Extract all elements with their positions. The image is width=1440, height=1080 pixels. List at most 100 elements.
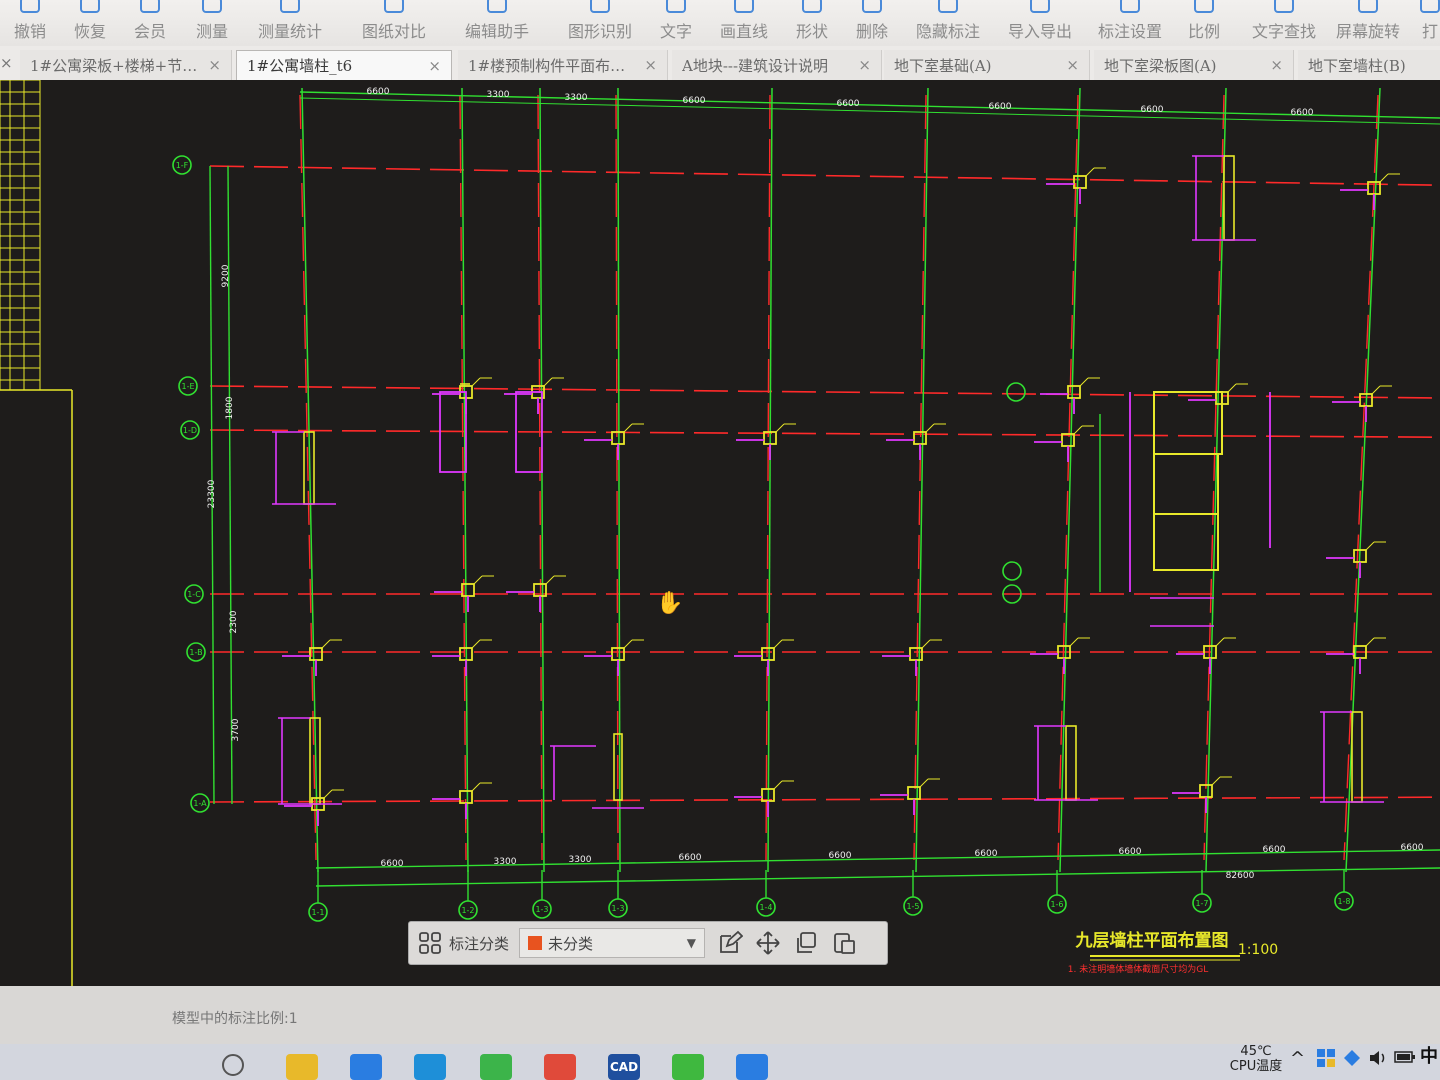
green-app-icon[interactable] xyxy=(480,1054,512,1080)
tag-leader xyxy=(471,639,481,649)
toolbar-label: 画直线 xyxy=(720,22,769,41)
tab-label: 1#公寓梁板+楼梯+节… xyxy=(30,56,198,75)
tab-close-icon[interactable]: × xyxy=(858,56,871,74)
toolbar-button-17[interactable]: 屏幕旋转 xyxy=(1336,0,1400,46)
bottom-dimension-text: 6600 xyxy=(679,853,702,863)
tab-close-icon[interactable]: × xyxy=(428,57,441,75)
volume-icon[interactable] xyxy=(1368,1048,1388,1068)
tag-leader xyxy=(773,780,783,790)
cad-canvas[interactable]: 6600 3300 3300 6600 6600 6600 6600 6600 6600 3300… xyxy=(0,79,1440,986)
toolbar-button-6[interactable]: 编辑助手 xyxy=(465,0,529,46)
toolbar-label: 恢复 xyxy=(74,22,107,41)
edit-assistant-icon xyxy=(487,0,507,13)
toolbar-button-13[interactable]: 导入导出 xyxy=(1008,0,1072,46)
toolbar-button-12[interactable]: 隐藏标注 xyxy=(916,0,980,46)
tab-document[interactable]: 1#公寓墙柱_t6 × xyxy=(236,50,452,80)
tab-document[interactable]: 地下室梁板图(A) × xyxy=(1094,50,1294,80)
paste-icon[interactable] xyxy=(831,930,857,956)
top-dimension-line xyxy=(299,97,1440,125)
toolbar-button-0[interactable]: 撤销 xyxy=(14,0,46,46)
mail-icon[interactable] xyxy=(350,1054,382,1080)
move-icon[interactable] xyxy=(755,930,781,956)
copy-icon[interactable] xyxy=(793,930,819,956)
edit-icon[interactable] xyxy=(717,930,744,956)
search-icon[interactable] xyxy=(222,1054,244,1076)
measure-stats-icon xyxy=(280,0,300,13)
tab-close-icon[interactable]: × xyxy=(1270,56,1283,74)
left-dimension-text: 9200 xyxy=(221,264,231,287)
bottom-dimension-text: 6600 xyxy=(975,849,998,859)
toolbar-label: 删除 xyxy=(856,22,889,41)
tab-document[interactable]: 1#楼预制构件平面布… × xyxy=(458,50,668,80)
column-axis-line xyxy=(1343,94,1379,861)
tab-document[interactable]: 地下室墙柱(B) xyxy=(1298,50,1440,80)
shear-wall xyxy=(1223,155,1235,241)
bottom-dimension-text: 6600 xyxy=(1263,845,1286,855)
category-grid-icon[interactable] xyxy=(417,930,443,956)
column-axis-line xyxy=(913,94,927,861)
cpu-temp-label: CPU温度 xyxy=(1229,1059,1283,1074)
toolbar-label: 形状 xyxy=(796,22,829,41)
toolbar-label: 图形识别 xyxy=(568,22,633,41)
battery-icon[interactable] xyxy=(1394,1050,1416,1064)
chrome-icon[interactable] xyxy=(544,1054,576,1080)
toolbar-button-3[interactable]: 测量 xyxy=(196,0,228,46)
left-dimension-text: 3700 xyxy=(231,718,241,741)
import-export-icon xyxy=(1030,0,1050,13)
top-dimension-text: 6600 xyxy=(1291,108,1314,118)
toolbar-button-10[interactable]: 形状 xyxy=(796,0,828,46)
tab-document[interactable]: 1#公寓梁板+楼梯+节… × xyxy=(20,50,232,80)
column-grid-line xyxy=(1059,87,1081,873)
toolbar-button-15[interactable]: 比例 xyxy=(1188,0,1220,46)
left-dimension-text: 2300 xyxy=(229,610,239,633)
tag-leader xyxy=(925,423,935,433)
category-select[interactable]: 未分类 ▼ xyxy=(519,928,706,958)
windows-security-icon[interactable] xyxy=(1316,1048,1336,1068)
tab-close-left[interactable]: × xyxy=(0,54,13,72)
toolbar-button-4[interactable]: 测量统计 xyxy=(258,0,322,46)
row-axis-label: 1-F xyxy=(176,161,189,170)
tab-document[interactable]: A地块---建筑设计说明 × xyxy=(672,50,882,80)
toolbar-button-11[interactable]: 删除 xyxy=(856,0,888,46)
column-marker xyxy=(907,786,921,800)
toolbar-button-18[interactable]: 打 xyxy=(1420,0,1440,46)
edge-icon[interactable] xyxy=(414,1054,446,1080)
toolbar-button-14[interactable]: 标注设置 xyxy=(1098,0,1162,46)
toolbar-label: 文字 xyxy=(660,22,693,41)
top-dimension-text: 6600 xyxy=(989,102,1012,112)
chevron-up-icon[interactable]: ^ xyxy=(1290,1048,1305,1069)
tag-leader xyxy=(543,377,553,387)
toolbar-button-5[interactable]: 图纸对比 xyxy=(362,0,426,46)
toolbar-button-8[interactable]: 文字 xyxy=(660,0,692,46)
tag-leader xyxy=(775,423,785,433)
cad-icon[interactable]: CAD xyxy=(608,1054,640,1080)
tag-leader xyxy=(473,575,483,585)
column-axis-label: 1-3 xyxy=(611,904,624,913)
toolbar-button-1[interactable]: 恢复 xyxy=(74,0,106,46)
floor-plan-drawing[interactable]: 6600 3300 3300 6600 6600 6600 6600 6600 6600 3300… xyxy=(0,79,1440,986)
row-axis-bubble xyxy=(1006,382,1026,402)
tab-close-icon[interactable]: × xyxy=(208,56,221,74)
toolbar-button-9[interactable]: 画直线 xyxy=(720,0,768,46)
file-explorer-icon[interactable] xyxy=(286,1054,318,1080)
wechat-icon[interactable] xyxy=(672,1054,704,1080)
network-icon[interactable] xyxy=(1342,1048,1362,1068)
toolbar-button-7[interactable]: 图形识别 xyxy=(568,0,632,46)
input-method-indicator[interactable]: 中 xyxy=(1420,1042,1438,1068)
bottom-dimension-line xyxy=(315,867,1440,887)
tab-document[interactable]: 地下室基础(A) × xyxy=(884,50,1090,80)
tab-close-icon[interactable]: × xyxy=(644,56,657,74)
toolbar-label: 隐藏标注 xyxy=(916,22,981,41)
column-marker xyxy=(611,431,625,445)
tag-leader xyxy=(773,639,783,649)
toolbar-button-2[interactable]: 会员 xyxy=(134,0,166,46)
tab-close-icon[interactable]: × xyxy=(1066,56,1079,74)
top-dimension-line xyxy=(299,91,1440,119)
toolbar-button-16[interactable]: 文字查找 xyxy=(1252,0,1316,46)
bottom-dimension-text: 6600 xyxy=(829,851,852,861)
line-icon xyxy=(734,0,754,13)
dingtalk-icon[interactable] xyxy=(736,1054,768,1080)
bottom-dimension-text: 3300 xyxy=(494,857,517,867)
toolbar-label: 撤销 xyxy=(14,22,47,41)
tag-leader xyxy=(545,575,555,585)
